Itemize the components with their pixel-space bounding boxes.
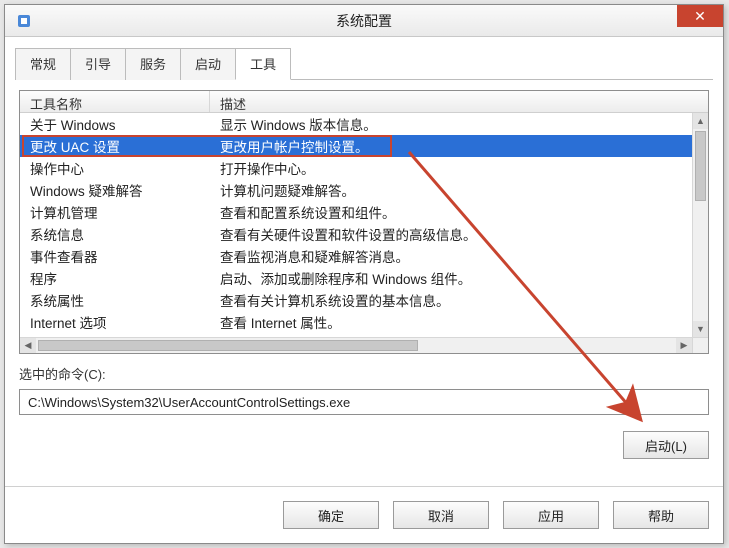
list-header: 工具名称 描述 — [20, 91, 708, 113]
tab-tools[interactable]: 工具 — [235, 48, 291, 80]
list-item[interactable]: 系统信息 查看有关硬件设置和软件设置的高级信息。 — [20, 223, 692, 245]
list-item[interactable]: 程序 启动、添加或删除程序和 Windows 组件。 — [20, 267, 692, 289]
list-item[interactable]: 更改 UAC 设置 更改用户帐户控制设置。 — [20, 135, 692, 157]
selected-command-label: 选中的命令(C): — [19, 364, 709, 383]
tools-listview[interactable]: 工具名称 描述 关于 Windows 显示 Windows 版本信息。 更改 U… — [19, 90, 709, 354]
list-body: 关于 Windows 显示 Windows 版本信息。 更改 UAC 设置 更改… — [20, 113, 692, 337]
tab-strip: 常规 引导 服务 启动 工具 — [5, 37, 723, 79]
app-icon — [15, 12, 33, 30]
list-item[interactable]: Internet 选项 查看 Internet 属性。 — [20, 311, 692, 333]
tools-panel: 工具名称 描述 关于 Windows 显示 Windows 版本信息。 更改 U… — [5, 80, 723, 471]
tab-services[interactable]: 服务 — [125, 48, 181, 80]
cancel-button[interactable]: 取消 — [393, 501, 489, 529]
scroll-left-button[interactable]: ◀ — [20, 338, 36, 353]
list-item[interactable]: 计算机管理 查看和配置系统设置和组件。 — [20, 201, 692, 223]
tab-general[interactable]: 常规 — [15, 48, 71, 80]
scroll-down-button[interactable]: ▼ — [693, 321, 708, 337]
ok-button[interactable]: 确定 — [283, 501, 379, 529]
scroll-up-button[interactable]: ▲ — [693, 113, 708, 129]
window-title: 系统配置 — [5, 11, 723, 31]
close-button[interactable]: ✕ — [677, 5, 723, 27]
selected-command-group: 选中的命令(C): — [19, 364, 709, 415]
scroll-thumb[interactable] — [695, 131, 706, 201]
client-area: 常规 引导 服务 启动 工具 工具名称 描述 关于 Windows 显示 Win… — [5, 37, 723, 543]
list-item[interactable]: 系统属性 查看有关计算机系统设置的基本信息。 — [20, 289, 692, 311]
column-name[interactable]: 工具名称 — [20, 91, 210, 112]
column-description[interactable]: 描述 — [210, 91, 708, 112]
close-icon: ✕ — [694, 8, 706, 25]
list-item[interactable]: 操作中心 打开操作中心。 — [20, 157, 692, 179]
list-item[interactable]: Windows 疑难解答 计算机问题疑难解答。 — [20, 179, 692, 201]
vertical-scrollbar[interactable]: ▲ ▼ — [692, 113, 708, 337]
titlebar: 系统配置 ✕ — [5, 5, 723, 37]
tab-startup[interactable]: 启动 — [180, 48, 236, 80]
horizontal-scrollbar[interactable]: ◀ ▶ — [20, 337, 692, 353]
hscroll-thumb[interactable] — [38, 340, 418, 351]
launch-button[interactable]: 启动(L) — [623, 431, 709, 459]
list-item[interactable]: 关于 Windows 显示 Windows 版本信息。 — [20, 113, 692, 135]
help-button[interactable]: 帮助 — [613, 501, 709, 529]
list-item[interactable]: 事件查看器 查看监视消息和疑难解答消息。 — [20, 245, 692, 267]
scroll-corner — [692, 337, 708, 353]
dialog-buttons: 确定 取消 应用 帮助 — [283, 501, 709, 529]
selected-command-input[interactable] — [19, 389, 709, 415]
tab-boot[interactable]: 引导 — [70, 48, 126, 80]
footer-divider — [5, 486, 723, 487]
scroll-right-button[interactable]: ▶ — [676, 338, 692, 353]
apply-button[interactable]: 应用 — [503, 501, 599, 529]
msconfig-window: 系统配置 ✕ 常规 引导 服务 启动 工具 工具名称 描述 关于 Windows — [4, 4, 724, 544]
